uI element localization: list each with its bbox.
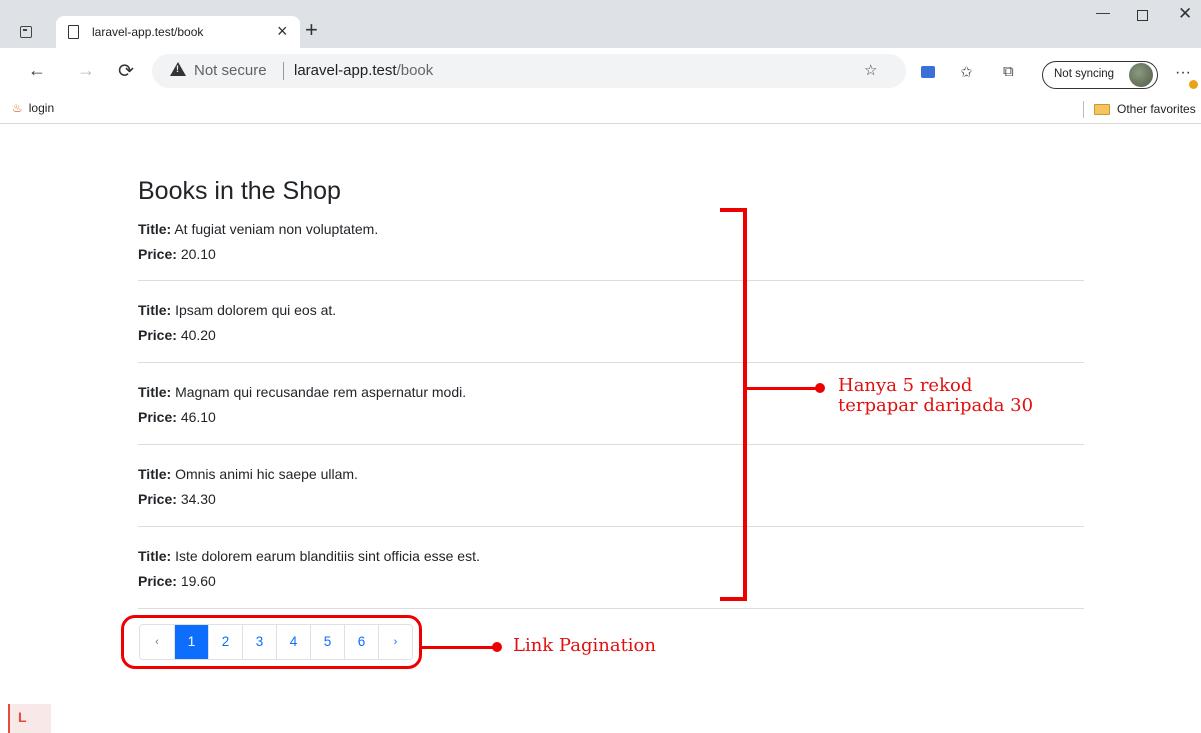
title-label: Title:	[138, 548, 172, 564]
book-price: 40.20	[180, 327, 216, 343]
favorite-login[interactable]: ♨ login	[12, 101, 54, 115]
title-label: Title:	[138, 221, 172, 237]
window-minimize-button[interactable]: —	[1096, 4, 1110, 20]
forward-button[interactable]: →	[77, 60, 95, 81]
annotation-pagination-box	[121, 615, 422, 669]
book-title: Ipsam dolorem qui eos at.	[175, 302, 337, 318]
annotation-pagination-text: Link Pagination	[513, 635, 656, 656]
collections-icon[interactable]: ⧉	[1003, 63, 1014, 80]
annotation-pagination-connector	[422, 646, 496, 649]
tab-menu-icon[interactable]	[20, 26, 32, 38]
favorite-login-label: login	[28, 101, 55, 115]
book-item: Title: At fugiat veniam non voluptatem. …	[138, 217, 1084, 267]
price-label: Price:	[138, 491, 177, 507]
annotation-dot	[815, 383, 825, 393]
book-price: 20.10	[180, 246, 216, 262]
address-separator	[283, 62, 284, 80]
price-label: Price:	[138, 573, 177, 589]
window-maximize-button[interactable]	[1137, 10, 1148, 21]
security-label[interactable]: Not secure	[194, 62, 267, 79]
window-close-button[interactable]: ✕	[1178, 4, 1192, 24]
warning-icon[interactable]	[170, 62, 186, 76]
annotation-records-line2: terpapar daripada 30	[838, 395, 1034, 416]
divider	[138, 444, 1084, 445]
read-aloud-icon[interactable]: ☆	[864, 61, 877, 79]
book-title: Iste dolorem earum blanditiis sint offic…	[175, 548, 480, 564]
sync-label: Not syncing	[1054, 68, 1115, 80]
divider	[138, 526, 1084, 527]
tab-close-icon[interactable]: ×	[277, 21, 288, 42]
folder-icon[interactable]	[1094, 104, 1110, 115]
favorites-separator	[1083, 101, 1084, 118]
profile-avatar-icon	[1129, 63, 1153, 87]
title-label: Title:	[138, 302, 172, 318]
book-item: Title: Iste dolorem earum blanditiis sin…	[138, 544, 1084, 594]
browser-toolbar: ← → ⟳ Not secure laravel-app.test/book ☆	[0, 48, 1201, 96]
new-tab-button[interactable]: +	[305, 17, 318, 43]
back-button[interactable]: ←	[28, 60, 46, 81]
divider	[138, 362, 1084, 363]
page-content: Books in the Shop Title: At fugiat venia…	[0, 125, 1201, 733]
profile-sync-button[interactable]: Not syncing	[1042, 61, 1158, 89]
book-item: Title: Omnis animi hic saepe ullam. Pric…	[138, 462, 1084, 512]
extension-icon[interactable]	[921, 66, 935, 78]
favorites-bar: ♨ login Other favorites	[0, 96, 1201, 124]
url-host: laravel-app.test	[294, 62, 397, 79]
price-label: Price:	[138, 409, 177, 425]
page-icon	[68, 25, 79, 39]
divider	[138, 280, 1084, 281]
reload-button[interactable]: ⟳	[118, 60, 134, 83]
tab-title: laravel-app.test/book	[92, 25, 204, 39]
price-label: Price:	[138, 246, 177, 262]
book-price: 34.30	[180, 491, 216, 507]
page-title: Books in the Shop	[138, 177, 341, 205]
book-item: Title: Ipsam dolorem qui eos at. Price: …	[138, 298, 1084, 348]
book-price: 46.10	[180, 409, 216, 425]
annotation-pagination-dot	[492, 642, 502, 652]
url-path: /book	[396, 62, 434, 79]
price-label: Price:	[138, 327, 177, 343]
flame-icon: ♨	[12, 101, 23, 115]
title-label: Title:	[138, 384, 172, 400]
tab-active[interactable]: laravel-app.test/book ×	[56, 16, 300, 48]
book-title: At fugiat veniam non voluptatem.	[174, 221, 379, 237]
laravel-icon[interactable]	[8, 704, 51, 733]
annotation-connector	[747, 387, 819, 390]
title-label: Title:	[138, 466, 172, 482]
favorite-other[interactable]: Other favorites	[1117, 102, 1196, 116]
address-bar[interactable]: Not secure laravel-app.test/book ☆	[152, 54, 906, 88]
book-price: 19.60	[180, 573, 216, 589]
book-title: Magnam qui recusandae rem aspernatur mod…	[175, 384, 467, 400]
divider	[138, 608, 1084, 609]
annotation-records-line1: Hanya 5 rekod	[838, 375, 973, 396]
url-text[interactable]: laravel-app.test/book	[294, 62, 433, 79]
favorites-icon[interactable]: ✩	[960, 63, 973, 81]
more-menu-button[interactable]: ···	[1175, 64, 1191, 82]
annotation-bracket-spine	[743, 208, 747, 601]
book-title: Omnis animi hic saepe ullam.	[175, 466, 358, 482]
tab-strip: laravel-app.test/book × + — ✕	[0, 0, 1201, 48]
notification-badge	[1189, 80, 1198, 89]
annotation-records-text: Hanya 5 rekod terpapar daripada 30	[838, 376, 1033, 416]
annotation-bracket-bottom	[720, 597, 747, 601]
